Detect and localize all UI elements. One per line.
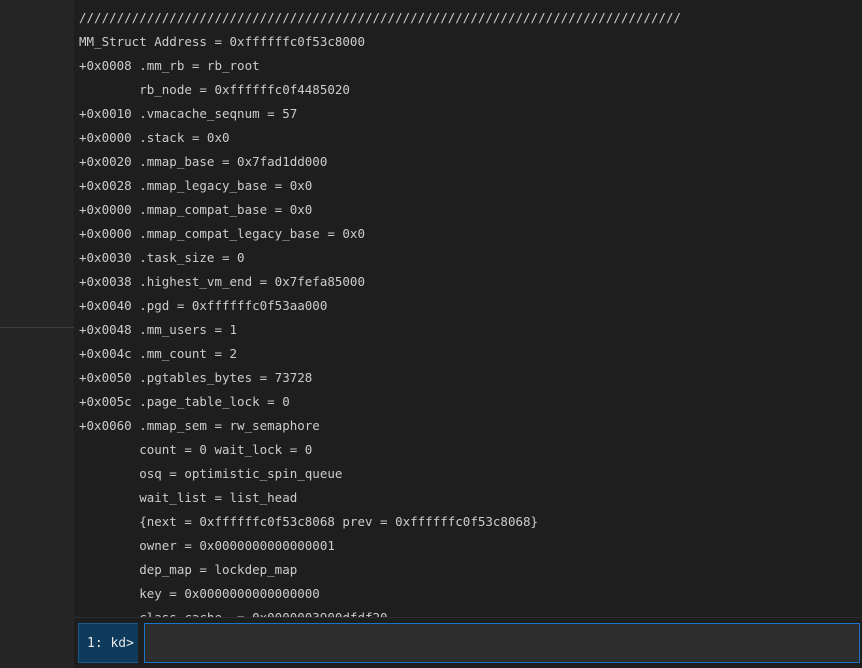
output-line: +0x0000 .mmap_compat_base = 0x0 (79, 202, 313, 217)
output-line: count = 0 wait_lock = 0 (79, 442, 313, 457)
output-line: +0x0038 .highest_vm_end = 0x7fefa85000 (79, 274, 365, 289)
output-line: osq = optimistic_spin_queue (79, 466, 343, 481)
output-line: rb_node = 0xffffffc0f4485020 (79, 82, 350, 97)
kd-prompt-label: 1: kd> (78, 623, 138, 663)
output-line: wait_list = list_head (79, 490, 298, 505)
output-line: +0x005c .page_table_lock = 0 (79, 394, 290, 409)
output-line: +0x0040 .pgd = 0xffffffc0f53aa000 (79, 298, 328, 313)
output-line: class_cache_ = 0x0000003900dfdf20 (79, 606, 681, 617)
output-line: +0x0008 .mm_rb = rb_root (79, 58, 260, 73)
output-line: +0x0030 .task_size = 0 (79, 250, 245, 265)
debugger-window: ////////////////////////////////////////… (0, 0, 862, 668)
output-line: +0x0060 .mmap_sem = rw_semaphore (79, 418, 320, 433)
output-lines: ////////////////////////////////////////… (79, 6, 681, 617)
output-line: +0x0000 .stack = 0x0 (79, 130, 230, 145)
left-panel (0, 0, 74, 668)
output-line: MM_Struct Address = 0xffffffc0f53c8000 (79, 34, 365, 49)
left-panel-divider (0, 327, 74, 328)
output-line: +0x0020 .mmap_base = 0x7fad1dd000 (79, 154, 328, 169)
command-output-pane[interactable]: ////////////////////////////////////////… (74, 0, 862, 617)
output-line: owner = 0x0000000000000001 (79, 538, 335, 553)
output-line: +0x0010 .vmacache_seqnum = 57 (79, 106, 298, 121)
output-line: +0x0000 .mmap_compat_legacy_base = 0x0 (79, 226, 365, 241)
command-bar: 1: kd> (74, 617, 862, 668)
output-line: +0x0050 .pgtables_bytes = 73728 (79, 370, 313, 385)
output-line: +0x0048 .mm_users = 1 (79, 322, 238, 337)
output-line: {next = 0xffffffc0f53c8068 prev = 0xffff… (79, 514, 539, 529)
output-line: key = 0x0000000000000000 (79, 586, 320, 601)
command-input[interactable] (144, 623, 860, 663)
output-line: dep_map = lockdep_map (79, 562, 298, 577)
output-line: +0x004c .mm_count = 2 (79, 346, 238, 361)
output-line: +0x0028 .mmap_legacy_base = 0x0 (79, 178, 313, 193)
output-line: ////////////////////////////////////////… (79, 10, 682, 25)
